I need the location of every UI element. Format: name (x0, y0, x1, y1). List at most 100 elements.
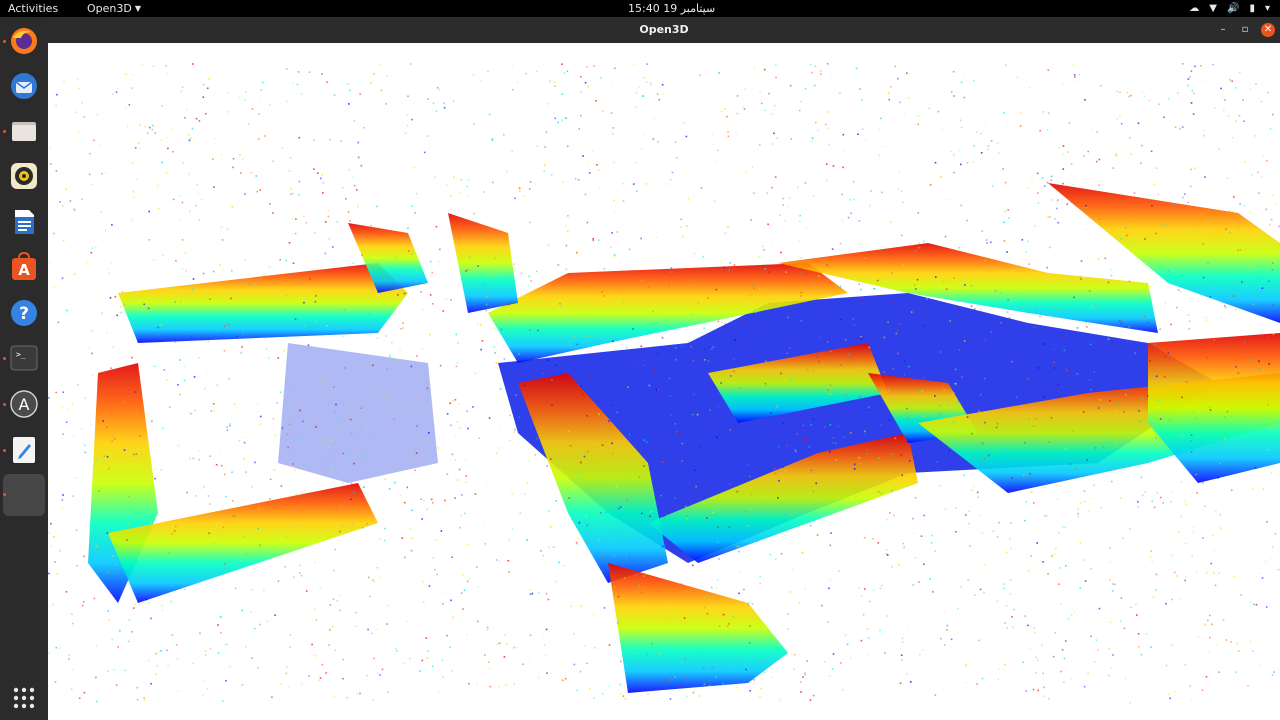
cloud-point (1008, 217, 1010, 219)
cloud-point (262, 81, 264, 84)
show-applications-button[interactable] (6, 680, 42, 716)
cloud-point (359, 692, 361, 695)
cloud-point (519, 512, 522, 514)
cloud-point (98, 490, 100, 493)
cloud-point (242, 535, 245, 538)
point-cloud-render[interactable] (48, 43, 1280, 720)
minimize-button[interactable]: – (1216, 23, 1230, 37)
cloud-point (633, 652, 636, 654)
software-icon: A (12, 252, 36, 280)
app-menu[interactable]: Open3D ▼ (87, 0, 141, 17)
thunderbird-launcher[interactable] (6, 68, 42, 104)
open3d-window-launcher[interactable] (3, 474, 45, 516)
cloud-point (274, 434, 276, 436)
activities-button[interactable]: Activities (8, 0, 58, 17)
cloud-point (561, 93, 564, 95)
cloud-point (704, 606, 706, 609)
cloud-point (1075, 467, 1077, 470)
cloud-point (340, 525, 343, 528)
volume-icon[interactable]: 🔊 (1227, 0, 1239, 17)
cloud-point (78, 87, 81, 90)
cloud-point (1241, 281, 1243, 283)
files-launcher[interactable] (6, 113, 42, 149)
text-editor-launcher[interactable] (6, 432, 42, 468)
cloud-point (802, 286, 805, 289)
running-indicator (3, 403, 6, 406)
cloud-point (52, 603, 55, 606)
cloud-point (747, 524, 749, 527)
cloud-point (601, 570, 603, 573)
cloud-point (1148, 335, 1151, 338)
cloud-point (240, 172, 242, 174)
cloud-point (458, 192, 461, 194)
cloud-point (165, 136, 168, 139)
cloud-point (1050, 555, 1053, 557)
cloud-point (65, 188, 67, 190)
cloud-point (511, 150, 513, 152)
writer-launcher[interactable] (6, 204, 42, 240)
cloud-point (104, 172, 107, 174)
cloud-point (968, 522, 970, 525)
firefox-launcher[interactable] (6, 23, 42, 59)
close-button[interactable]: ✕ (1261, 23, 1275, 37)
cloud-point (976, 491, 979, 494)
cloud-point (640, 591, 643, 594)
cloud-point (65, 591, 68, 593)
software-launcher[interactable]: A (6, 249, 42, 285)
cloud-point (482, 524, 485, 526)
cloud-point (596, 164, 598, 166)
chevron-down-icon: ▼ (134, 4, 142, 13)
cloud-point (128, 618, 131, 621)
cloud-point (458, 468, 461, 471)
cloud-point (860, 639, 863, 642)
cloud-point (90, 424, 92, 426)
cloud-point (414, 446, 416, 448)
rhythmbox-launcher[interactable] (6, 158, 42, 194)
cloud-point (288, 423, 291, 426)
cloud-point (632, 328, 634, 330)
cloud-point (1080, 260, 1083, 262)
cloud-point (683, 617, 686, 619)
cloud-point (1053, 348, 1056, 351)
cloud-point (1235, 671, 1237, 673)
updater-launcher[interactable]: A (6, 386, 42, 422)
wifi-icon[interactable]: ▼ (1209, 0, 1217, 17)
point-cloud-viewport[interactable] (48, 43, 1280, 720)
cloud-point (946, 629, 948, 631)
cloud-point (84, 397, 87, 399)
system-tray[interactable]: ☁ ▼ 🔊 ▮ ▾ (1179, 0, 1270, 17)
cloud-point (1180, 515, 1183, 518)
cloud-point (675, 347, 678, 349)
window-titlebar[interactable]: Open3D – ▫ ✕ (48, 17, 1280, 44)
cloud-point (1179, 127, 1181, 130)
cloud-point (708, 685, 711, 687)
cloud-point (1027, 240, 1029, 243)
cloud-point (61, 277, 64, 280)
cloud-point (1271, 546, 1274, 549)
cloud-point (178, 219, 181, 222)
cloud-point (1007, 209, 1009, 211)
cloud-point (715, 288, 718, 291)
cloud-point (818, 360, 820, 363)
cloud-point (1177, 92, 1179, 94)
cloud-point (1148, 99, 1151, 102)
system-menu-chevron-icon[interactable]: ▾ (1265, 0, 1270, 17)
cloud-point (506, 643, 508, 646)
terminal-launcher[interactable]: >_ (6, 340, 42, 376)
cloud-point (680, 685, 682, 687)
cloud-point (583, 645, 586, 647)
maximize-button[interactable]: ▫ (1238, 23, 1252, 37)
cloud-point (549, 526, 552, 528)
cloud-point (713, 200, 716, 202)
cloud-icon[interactable]: ☁ (1189, 0, 1199, 17)
cloud-point (622, 301, 624, 303)
battery-icon[interactable]: ▮ (1249, 0, 1255, 17)
cloud-point (979, 588, 982, 591)
cloud-point (748, 642, 751, 644)
cloud-point (864, 257, 867, 260)
cloud-point (1258, 360, 1260, 362)
help-launcher[interactable]: ? (6, 295, 42, 331)
clock[interactable]: 15:40 19 سپتامبر (628, 0, 715, 17)
cloud-point (605, 511, 607, 514)
cloud-point (287, 386, 290, 389)
